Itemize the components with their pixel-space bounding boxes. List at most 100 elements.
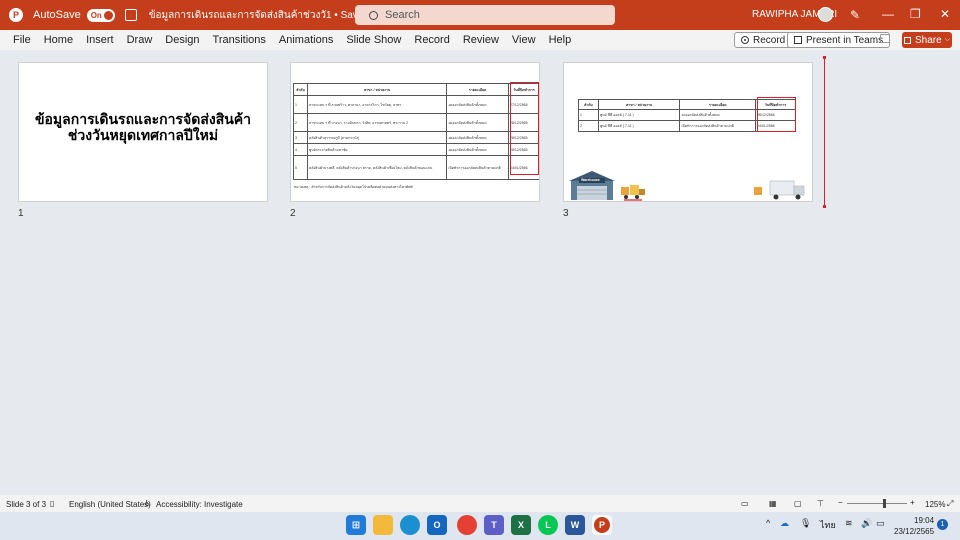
toggle-knob <box>103 10 113 20</box>
slide-thumbnail-2[interactable]: ลำดับ สาขา / หน่วยงาน รายละเอียด วันที่ป… <box>290 62 540 202</box>
excel-icon[interactable]: X <box>511 515 531 535</box>
comment-icon[interactable] <box>880 34 890 43</box>
table-cell: สาขาแสน ฯ ที่ ลาดพร้าว, ศาลายา, อาคารวิภ… <box>306 95 448 114</box>
table-cell: 5 <box>293 155 308 180</box>
minimize-icon[interactable]: — <box>882 7 894 21</box>
table-cell: สาขาแสน ฯ ที่ บางนา, รามอินทรา, รังสิต, … <box>306 113 448 132</box>
table-cell: คลังสินค้าสุวรรณภูมิ (ลาดกระบัง) <box>306 131 448 144</box>
menu-transitions[interactable]: Transitions <box>213 34 266 46</box>
microphone-icon[interactable]: 🎙 <box>800 518 811 529</box>
accessibility-status[interactable]: Accessibility: Investigate <box>156 500 243 509</box>
teams-icon[interactable]: T <box>484 515 504 535</box>
file-explorer-icon[interactable] <box>373 515 393 535</box>
presenter-icon[interactable]: ⊤ <box>817 499 824 508</box>
present-label: Present in Teams <box>806 34 884 46</box>
taskbar <box>0 512 960 540</box>
table-header: รายละเอียด <box>679 99 757 110</box>
highlight-box <box>510 82 539 175</box>
line-icon[interactable]: L <box>538 515 558 535</box>
slide-2-footnote: หมายเหตุ : สำหรับการจัดส่งสินค้าหลังวันห… <box>294 185 413 189</box>
autosave-toggle[interactable]: On <box>86 8 115 22</box>
table-cell: 1 <box>293 95 308 114</box>
search-box[interactable]: Search <box>355 5 615 25</box>
record-icon <box>741 36 749 44</box>
menu-review[interactable]: Review <box>463 34 499 46</box>
table-header: ลำดับ <box>578 99 599 110</box>
menu-design[interactable]: Design <box>165 34 199 46</box>
table-cell: 2 <box>578 120 599 132</box>
table-cell: งดออกจัดส่งสินค้าทั้งหมด <box>446 143 510 156</box>
zoom-level[interactable]: 125% <box>925 500 945 509</box>
record-label: Record <box>753 34 786 46</box>
table-row: 3 คลังสินค้าสุวรรณภูมิ (ลาดกระบัง) งดออก… <box>293 131 539 144</box>
slide-number-2: 2 <box>290 208 296 219</box>
document-title[interactable]: ข้อมูลการเดินรถและการจัดส่งสินค้าช่วงวั1… <box>149 8 380 23</box>
zoom-slider[interactable] <box>847 503 907 504</box>
pen-icon[interactable]: ✎ <box>850 8 860 22</box>
powerpoint-taskbar-icon[interactable]: P <box>592 515 612 535</box>
onedrive-icon[interactable]: ☁ <box>780 518 789 529</box>
table-cell: ศูนย์กระจายสินค้ามหาชัย <box>306 143 448 156</box>
slide-number-1: 1 <box>18 208 24 219</box>
input-language[interactable]: ไทย <box>820 518 836 532</box>
share-button[interactable]: Share ⌵ <box>902 32 952 48</box>
menu-slide-show[interactable]: Slide Show <box>346 34 401 46</box>
table-row: 4 ศูนย์กระจายสินค้ามหาชัย งดออกจัดส่งสิน… <box>293 143 539 156</box>
normal-view-icon[interactable]: ▭ <box>741 499 749 508</box>
menu-home[interactable]: Home <box>44 34 73 46</box>
outlook-icon[interactable]: O <box>427 515 447 535</box>
zoom-slider-thumb[interactable] <box>883 499 886 508</box>
menu-animations[interactable]: Animations <box>279 34 333 46</box>
menu-insert[interactable]: Insert <box>86 34 114 46</box>
menu-record[interactable]: Record <box>414 34 449 46</box>
word-icon[interactable]: W <box>565 515 585 535</box>
zoom-in-icon[interactable]: + <box>910 498 915 507</box>
insertion-marker <box>823 56 826 208</box>
forklift-icon <box>621 185 645 201</box>
restore-icon[interactable]: ❐ <box>910 7 921 21</box>
powerpoint-logo-icon: P <box>9 8 23 22</box>
table-cell: งดออกจัดส่งสินค้าทั้งหมด <box>446 113 510 132</box>
table-cell: 3 <box>293 131 308 144</box>
slide-thumbnail-3[interactable]: ลำดับ สาขา / หน่วยงาน รายละเอียด วันที่ป… <box>563 62 813 202</box>
fit-slide-icon[interactable]: ⤢ <box>947 499 953 509</box>
warehouse-label: Warehouse <box>581 178 600 182</box>
system-clock[interactable]: 19:04 23/12/2565 <box>894 515 934 537</box>
teams-icon <box>794 36 802 44</box>
record-button[interactable]: Record <box>734 32 793 48</box>
reading-view-icon[interactable]: ▢ <box>794 499 802 508</box>
chrome-icon[interactable] <box>457 515 477 535</box>
notification-badge[interactable]: 1 <box>937 519 948 530</box>
accessibility-icon[interactable]: ♿ <box>144 499 151 508</box>
slide-thumbnail-1[interactable]: ข้อมูลการเดินรถและการจัดส่งสินค้า ช่วงวั… <box>18 62 268 202</box>
close-icon[interactable]: ✕ <box>940 7 950 21</box>
spelling-icon[interactable]: ▯ <box>50 499 54 508</box>
menu-file[interactable]: File <box>13 34 31 46</box>
tray-chevron-icon[interactable]: ^ <box>766 518 770 528</box>
battery-icon[interactable]: ▭ <box>876 518 885 529</box>
edge-icon[interactable] <box>400 515 420 535</box>
table-row: 5 คลังสินค้าบางพลี, คลังสินค้าบางนา ตราด… <box>293 155 539 180</box>
slide-sorter-icon[interactable]: ▦ <box>769 499 777 508</box>
table-cell: งดออกจัดส่งสินค้าทั้งหมด <box>679 109 757 121</box>
volume-icon[interactable]: 🔊 <box>861 518 872 529</box>
table-cell: งดออกจัดส่งสินค้าทั้งหมด <box>446 131 510 144</box>
wifi-icon[interactable]: ≋ <box>845 518 853 529</box>
table-header: รายละเอียด <box>446 83 510 96</box>
table-cell: ศูนย์ ซีพี ออลล์ ( 7-11 ) <box>597 120 681 132</box>
slide-1-title-line-1: ข้อมูลการเดินรถและการจัดส่งสินค้า <box>34 111 252 127</box>
zoom-out-icon[interactable]: − <box>838 498 843 507</box>
windows-start-icon[interactable]: ⊞ <box>346 515 366 535</box>
language-status[interactable]: English (United States) <box>69 500 151 509</box>
save-icon[interactable] <box>124 9 137 21</box>
avatar[interactable] <box>818 7 833 22</box>
menu-view[interactable]: View <box>512 34 536 46</box>
present-in-teams-button[interactable]: Present in Teams <box>787 32 891 48</box>
slide-1-title-line-2: ช่วงวันหยุดเทศกาลปีใหม่ <box>67 127 219 143</box>
menu-draw[interactable]: Draw <box>127 34 153 46</box>
menu-help[interactable]: Help <box>549 34 572 46</box>
slide-info: Slide 3 of 3 <box>6 500 47 509</box>
table-header: สาขา / หน่วยงาน <box>597 99 681 110</box>
table-cell: 4 <box>293 143 308 156</box>
search-placeholder: Search <box>385 9 420 21</box>
